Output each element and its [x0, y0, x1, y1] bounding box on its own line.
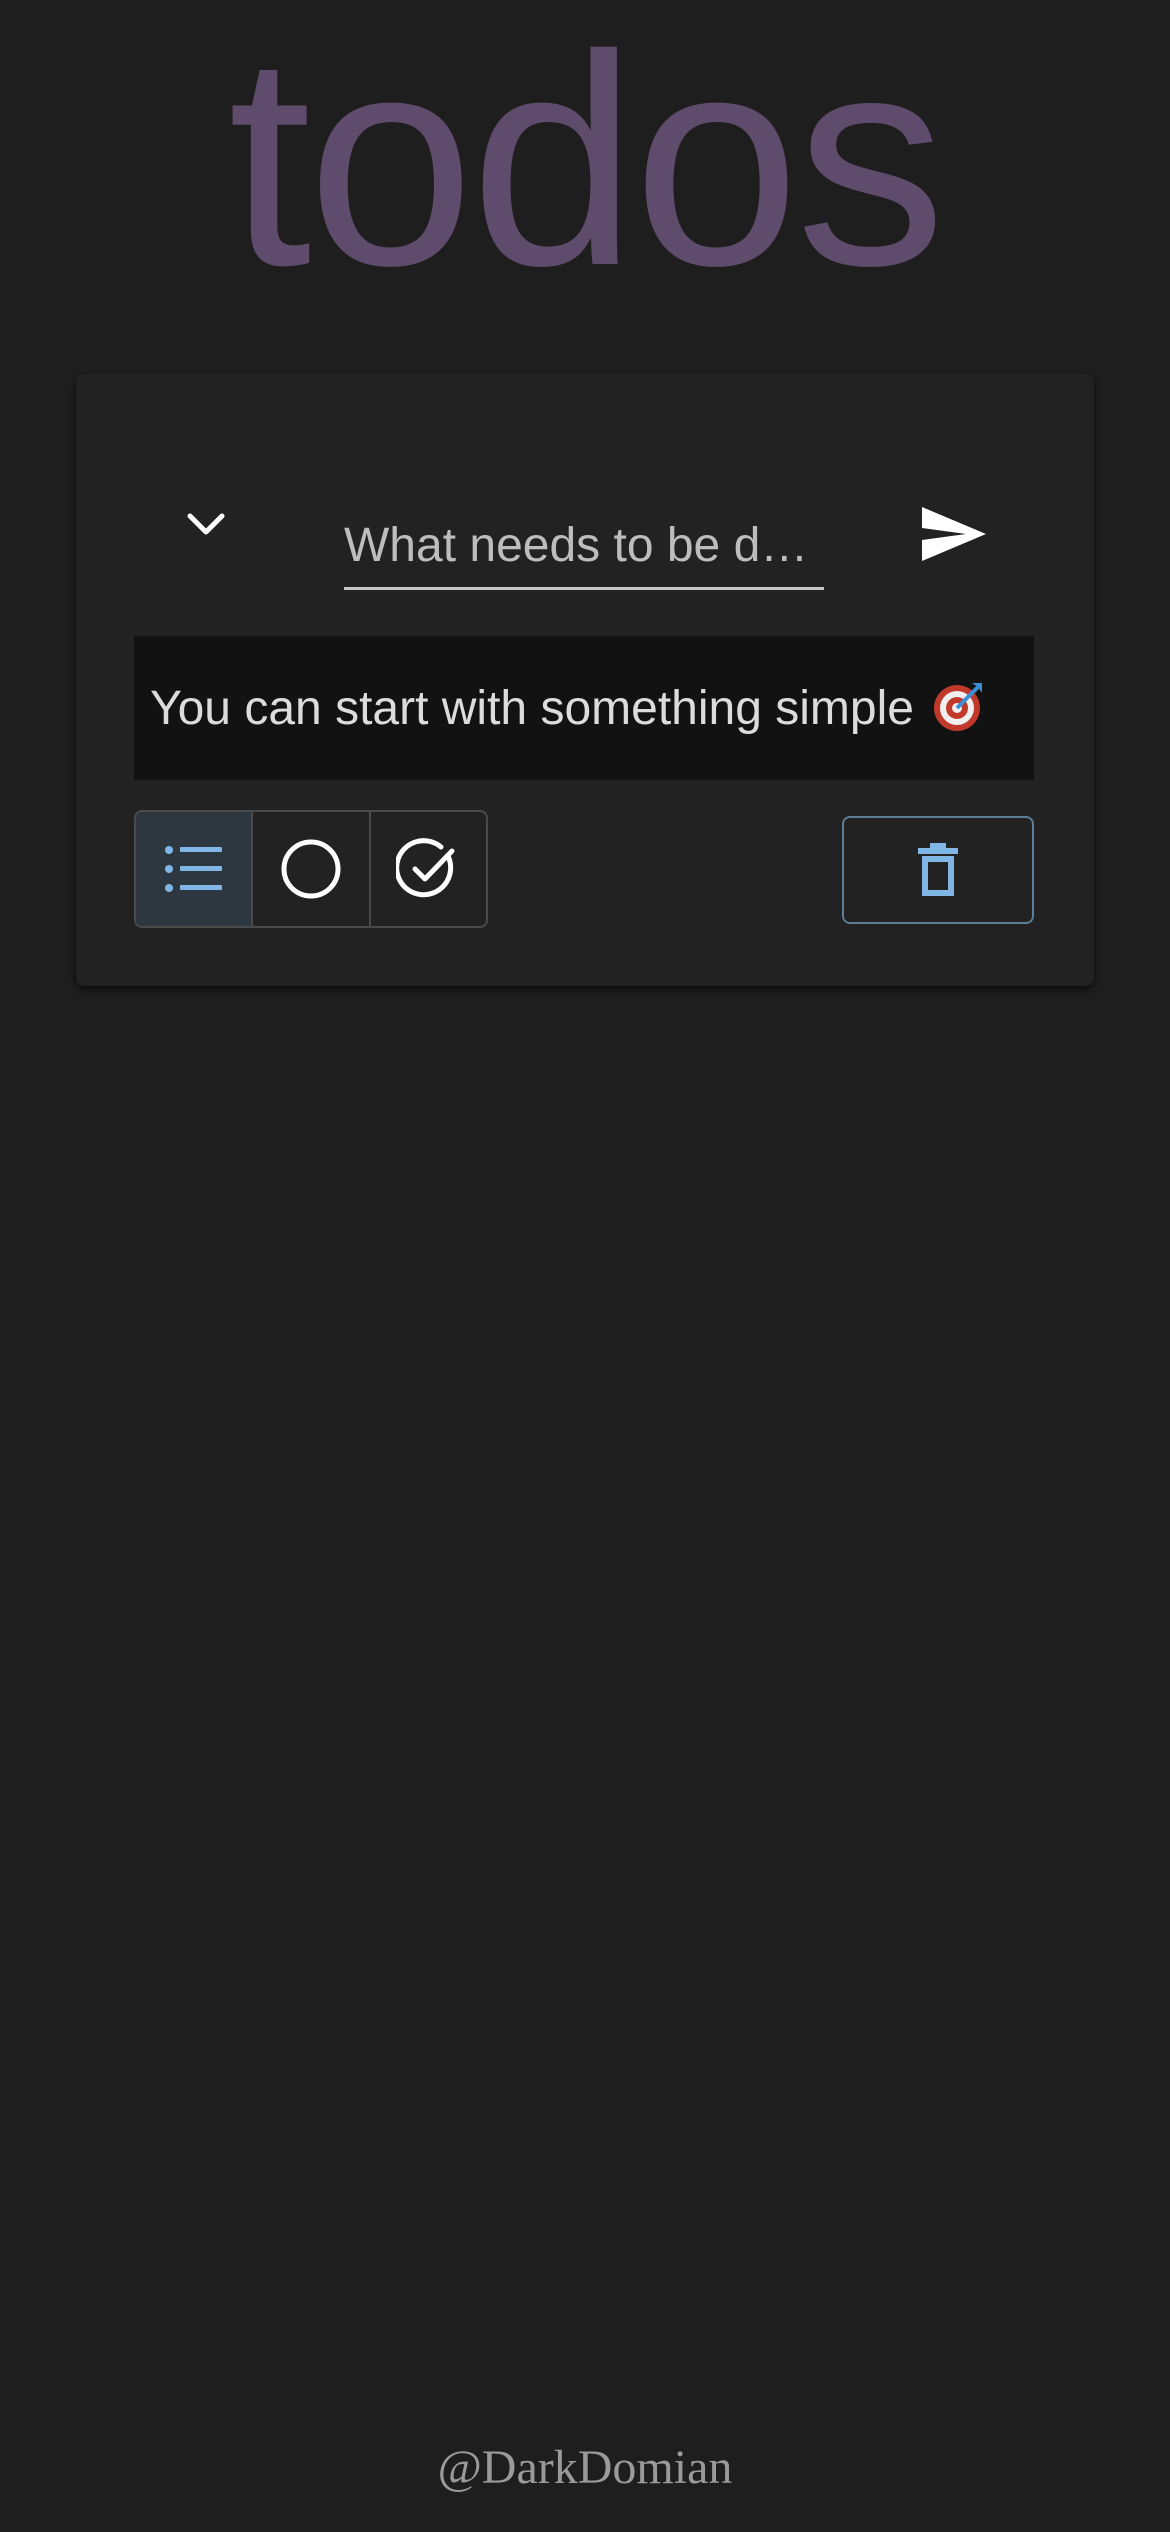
circle-icon [281, 839, 341, 899]
send-button[interactable] [914, 494, 994, 574]
list-icon [164, 846, 222, 892]
new-todo-field [344, 504, 824, 594]
filter-completed-button[interactable] [368, 812, 486, 926]
app-title: todos [228, 0, 946, 328]
clear-completed-button[interactable] [842, 816, 1034, 924]
hint-text: You can start with something simple [150, 681, 914, 735]
filter-active-button[interactable] [251, 812, 368, 926]
filter-all-button[interactable] [136, 812, 252, 926]
filter-toggle-group [134, 810, 488, 928]
footer-credit: @DarkDomian [437, 2441, 733, 2494]
new-todo-input[interactable] [344, 504, 824, 590]
toggle-all-button[interactable] [176, 494, 236, 554]
hint-message: You can start with something simple [134, 636, 1034, 780]
check-circle-icon [396, 838, 455, 898]
todo-card: You can start with something simple [76, 374, 1094, 986]
trash-icon [918, 843, 958, 896]
send-icon [922, 507, 986, 561]
chevron-down-icon [187, 513, 225, 535]
target-icon [932, 679, 986, 738]
